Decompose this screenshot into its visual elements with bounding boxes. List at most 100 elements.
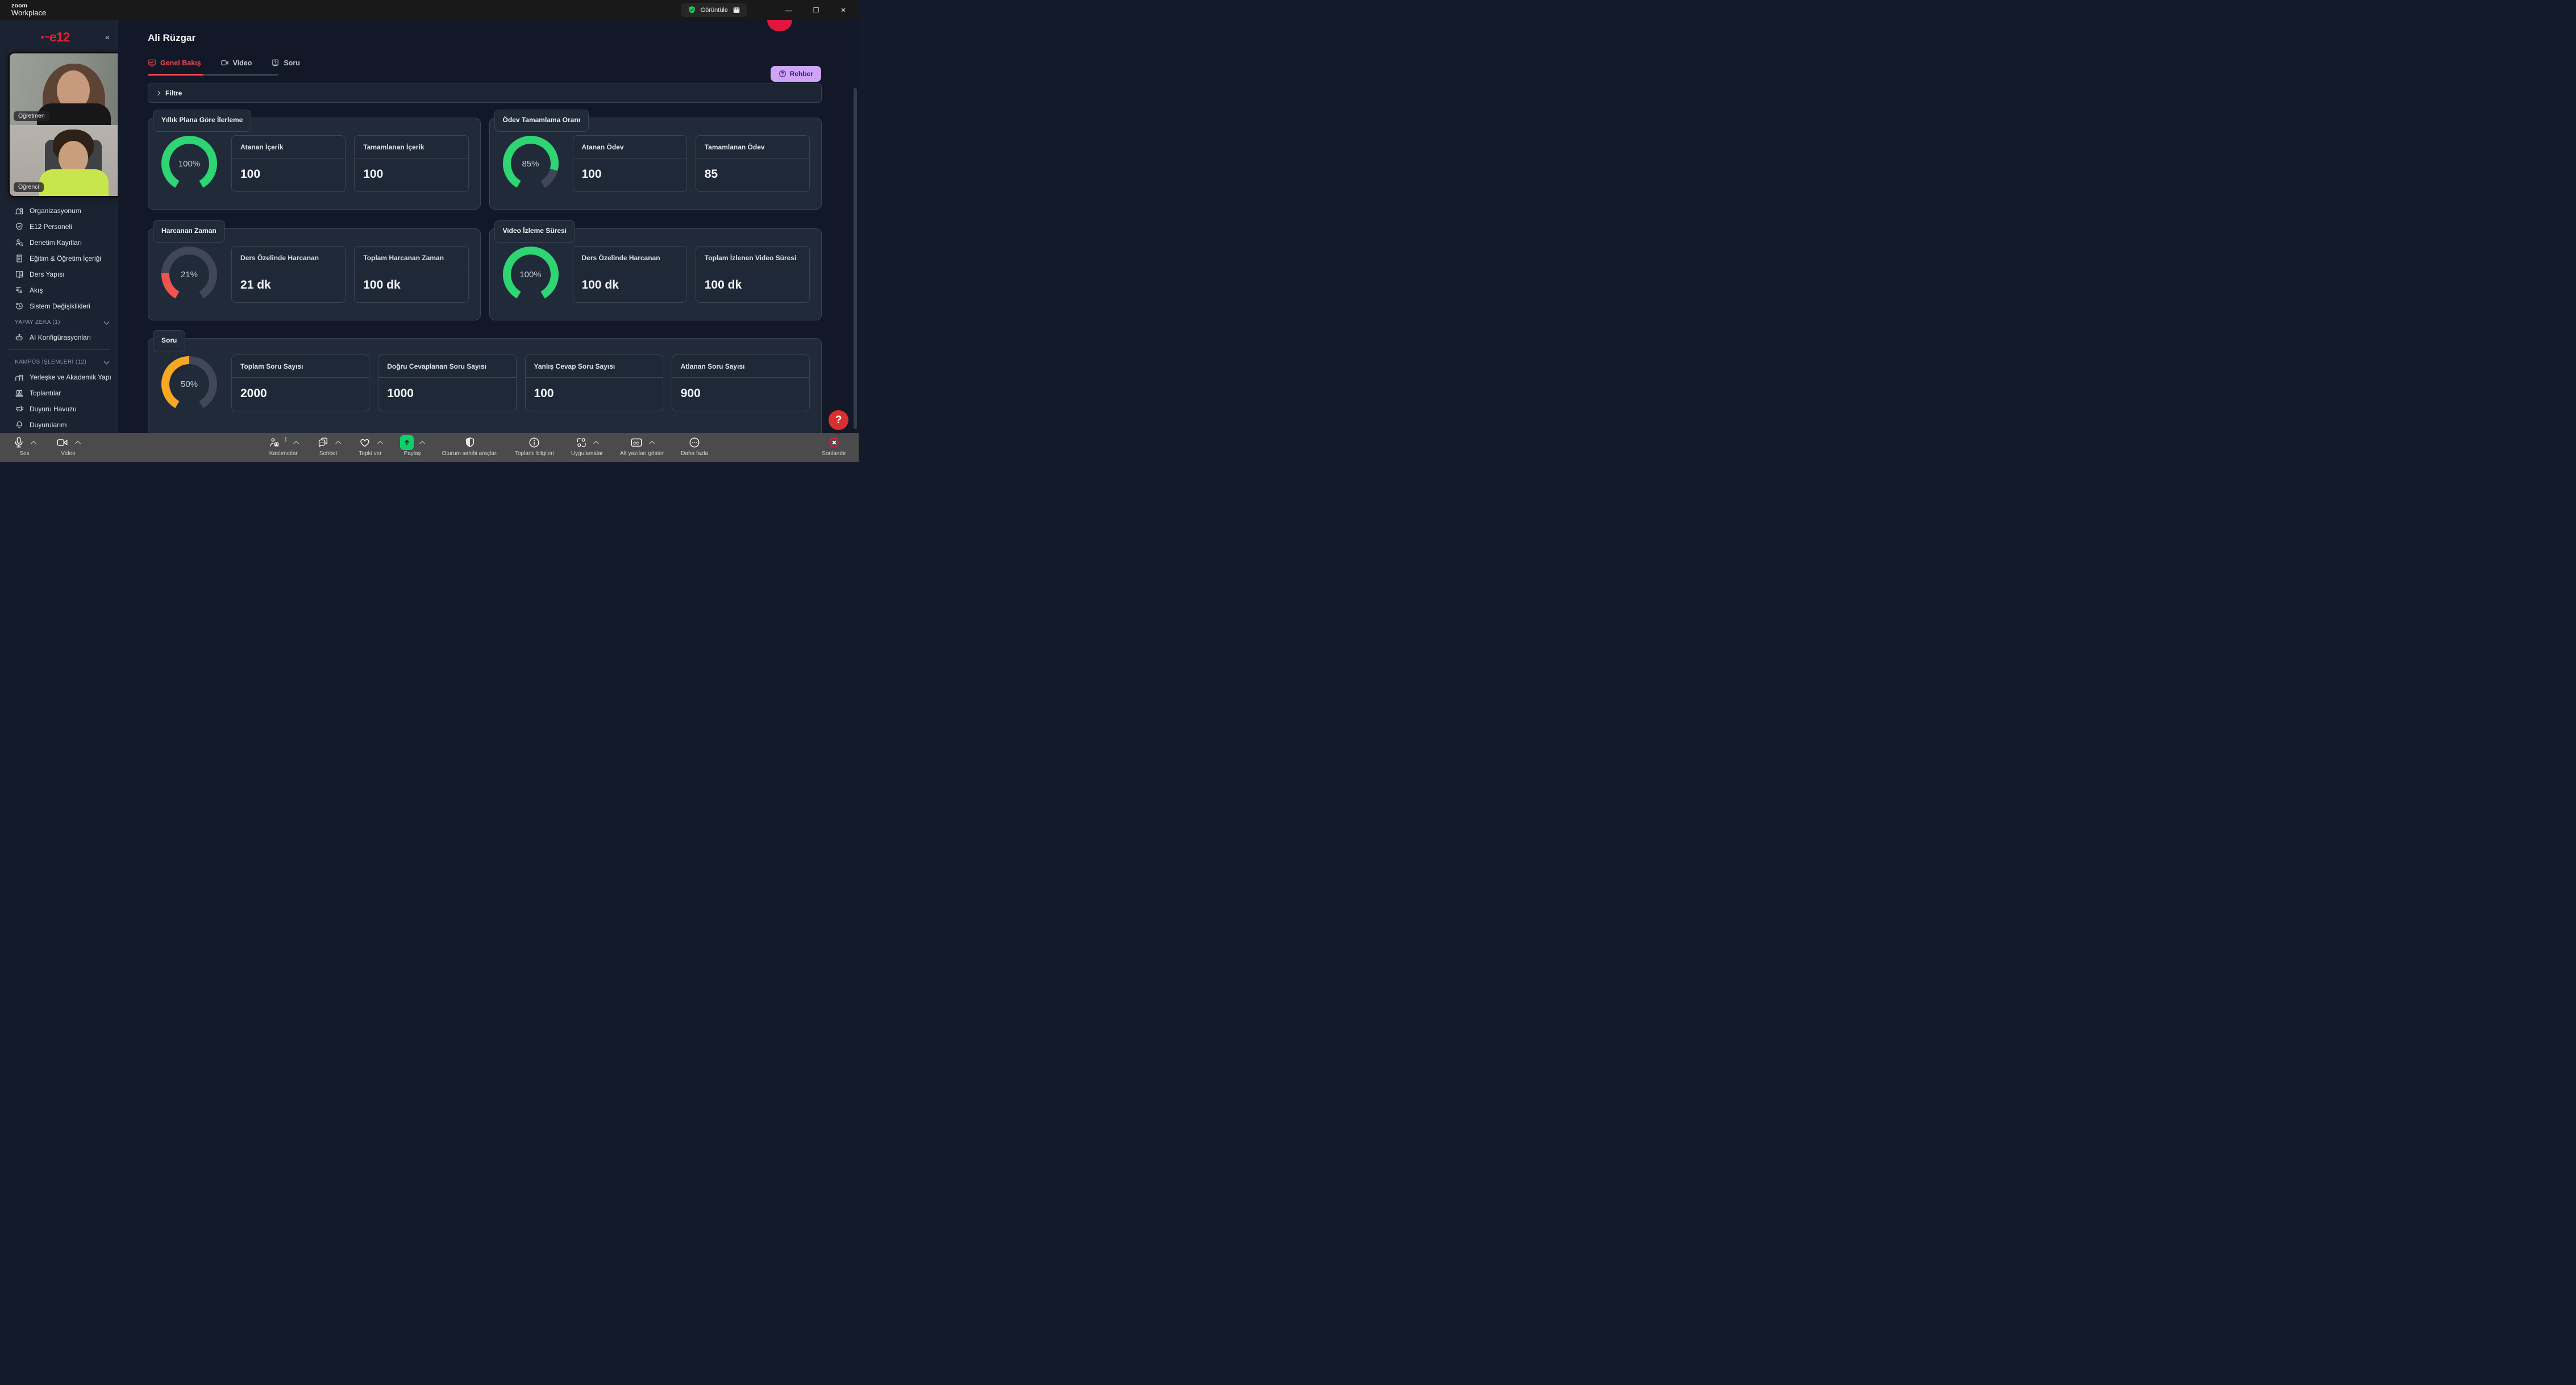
app-brand: zoom Workplace [11,3,46,17]
resize-handle[interactable] [10,194,12,196]
sidebar-item-label: Yerleşke ve Akademik Yapı [30,373,111,381]
chat-icon [316,436,330,449]
sidebar: e12 « Organizasyonum E12 Personeli Denet… [0,20,118,433]
sidebar-item-duyuru-havuzu[interactable]: Duyuru Havuzu [0,401,118,417]
sidebar-item-toplantilar[interactable]: Toplantılar [0,385,118,401]
sidebar-item-denetim-kayitlari[interactable]: Denetim Kayıtları [0,235,118,251]
more-button[interactable]: Daha fazla [681,435,708,457]
participants-count-badge: 1 [284,437,288,443]
share-screen-button[interactable]: Paylaş [400,435,425,457]
view-grid-icon [733,6,740,14]
meeting-icon [15,389,24,398]
sidebar-item-label: Ders Yapısı [30,270,65,278]
participants-caret[interactable] [293,440,299,446]
scrollbar-thumb[interactable] [854,88,857,429]
logo-dot [41,36,44,39]
window-minimize-button[interactable]: — [784,5,794,15]
meeting-video-panel[interactable]: Öğretmen Öğrenci [9,52,118,197]
meeting-info-button[interactable]: Toplantı bilgileri [515,435,554,457]
logo-dash [45,36,49,38]
captions-button[interactable]: CC Alt yazıları göster [620,435,664,457]
apps-caret[interactable] [593,440,599,446]
video-tile-teacher[interactable]: Öğretmen [10,53,118,125]
end-meeting-button[interactable]: Sonlandır [822,435,846,457]
sidebar-item-ai-konfigurasyonlari[interactable]: AI Konfigürasyonları [0,329,118,345]
sidebar-collapse-icon[interactable]: « [105,32,110,41]
audio-button[interactable]: Ses [13,435,36,457]
window-restore-button[interactable]: ❐ [811,5,821,15]
stat-label: Doğru Cevaplanan Soru Sayısı [378,355,515,378]
sidebar-section-yapay-zeka[interactable]: YAPAY ZEKA (1) [0,314,118,329]
shield-verified-icon [688,6,696,14]
video-options-caret[interactable] [75,440,81,446]
share-caret[interactable] [419,440,425,446]
sidebar-section-kampus-islemleri[interactable]: KAMPÜS İŞLEMLERİ (12) [0,354,118,369]
participants-button[interactable]: 1 Katılımcılar [268,435,299,457]
main-content: Ali Rüzgar Genel Bakış Video Soru Rehber [118,20,859,433]
tab-soru[interactable]: Soru [271,59,299,67]
participants-icon [268,436,282,449]
sidebar-item-yerleske-akademik-yapi[interactable]: Yerleşke ve Akademik Yapı [0,369,118,385]
rehber-button[interactable]: Rehber [771,66,821,82]
info-icon [528,436,540,449]
sidebar-item-egitim-ogretim-icerigi[interactable]: Eğitim & Öğretim İçeriği [0,251,118,266]
sidebar-item-ders-yapisi[interactable]: Ders Yapısı [0,266,118,282]
apps-button[interactable]: Uygulamalar [571,435,603,457]
tab-video[interactable]: Video [220,59,252,67]
button-label: Video [61,450,75,457]
captions-caret[interactable] [649,440,655,446]
gauge-value: 85% [501,134,560,193]
chat-caret[interactable] [335,440,341,446]
stat-value: 2000 [232,378,369,411]
security-badge-button[interactable]: Görüntüle [681,3,747,17]
sidebar-item-e12-personeli[interactable]: E12 Personeli [0,219,118,235]
tab-genel-bakis[interactable]: Genel Bakış [148,59,201,67]
card-title: Ödev Tamamlama Oranı [494,110,589,132]
gauge-yillik-plan: 100% [160,134,219,193]
stat-box: Ders Özelinde Harcanan 100 dk [573,246,687,303]
sidebar-nav: Organizasyonum E12 Personeli Denetim Kay… [0,203,118,433]
stat-box: Atanan İçerik 100 [231,135,346,192]
card-odev-tamamlama: Ödev Tamamlama Oranı 85% Atanan Ödev 100… [489,118,822,210]
more-icon [688,436,701,449]
mic-icon [13,436,25,449]
book-icon [15,270,24,279]
resize-handle[interactable] [10,53,12,56]
history-icon [15,302,24,311]
help-button[interactable]: ? [829,410,848,430]
video-button[interactable]: Video [56,435,81,457]
reactions-button[interactable]: Tepki ver [358,435,383,457]
video-tile-student[interactable]: Öğrenci [10,125,118,197]
sidebar-item-akis[interactable]: Akış [0,282,118,298]
document-icon [15,254,24,263]
stat-label: Toplam İzlenen Video Süresi [696,247,809,269]
sidebar-item-label: Sistem Değişiklikleri [30,302,90,310]
video-name-tag: Öğrenci [14,182,44,192]
gauge-value: 50% [160,354,219,414]
section-header-label: YAPAY ZEKA (1) [15,319,60,326]
filter-expander[interactable]: Filtre [148,84,822,103]
gauge-odev-tamamlama: 85% [501,134,560,193]
person-search-icon [15,238,24,247]
tab-label: Soru [284,59,299,67]
card-video-izleme: Video İzleme Süresi 100% Ders Özelinde H… [489,228,822,320]
reactions-caret[interactable] [377,440,383,446]
avatar[interactable] [767,20,792,31]
stat-box: Atlanan Soru Sayısı 900 [672,354,810,411]
sidebar-item-duyurularim[interactable]: Duyurularım [0,417,118,433]
robot-icon [15,333,24,342]
building-icon [15,206,24,215]
security-badge-label: Görüntüle [701,7,728,14]
stat-value: 100 dk [696,269,809,302]
logo-text: e12 [49,30,69,45]
card-title: Harcanan Zaman [153,220,225,243]
audio-options-caret[interactable] [31,440,36,446]
sidebar-item-sistem-degisiklikleri[interactable]: Sistem Değişiklikleri [0,298,118,314]
share-icon [400,435,414,450]
chat-button[interactable]: Sohbet [316,435,341,457]
sidebar-item-organizasyonum[interactable]: Organizasyonum [0,203,118,219]
window-close-button[interactable]: ✕ [838,5,848,15]
flow-icon [15,286,24,295]
host-tools-button[interactable]: Oturum sahibi araçları [442,435,498,457]
sidebar-item-label: Organizasyonum [30,207,81,215]
